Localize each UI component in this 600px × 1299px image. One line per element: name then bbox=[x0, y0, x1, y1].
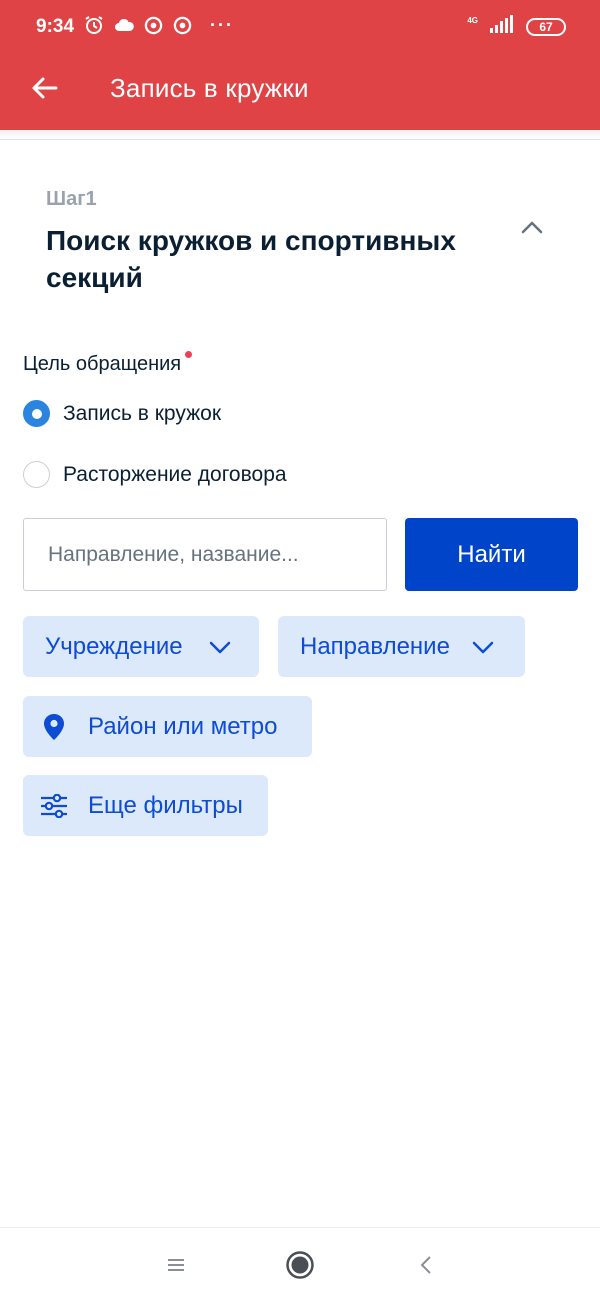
collapse-step-button[interactable] bbox=[512, 212, 552, 242]
chrome-icon bbox=[173, 16, 192, 35]
status-right: 4G 67 bbox=[467, 15, 566, 38]
chevron-up-icon bbox=[521, 221, 543, 234]
filter-location[interactable]: Район или метро bbox=[23, 696, 312, 757]
page-title: Запись в кружки bbox=[110, 73, 309, 103]
step-title: Поиск кружков и спортивных секций bbox=[46, 225, 456, 293]
search-input[interactable] bbox=[23, 518, 387, 591]
map-pin-icon bbox=[44, 713, 64, 740]
app-bar: Запись в кружки bbox=[0, 46, 600, 130]
chevron-down-icon bbox=[209, 641, 230, 653]
battery-icon: 67 bbox=[526, 17, 566, 36]
alarm-icon bbox=[84, 15, 104, 35]
status-bar: 9:34 ··· 4G 67 bbox=[0, 0, 600, 46]
radio-button-checked[interactable] bbox=[23, 400, 50, 427]
radio-option-terminate[interactable]: Расторжение договора bbox=[23, 461, 287, 488]
radio-button[interactable] bbox=[23, 461, 50, 488]
filter-direction[interactable]: Направление bbox=[278, 616, 525, 677]
chevron-down-icon bbox=[472, 641, 494, 653]
purpose-label-text: Цель обращения bbox=[23, 353, 182, 375]
signal-icon bbox=[490, 15, 514, 38]
filter-institution-label: Учреждение bbox=[45, 632, 183, 660]
back-button[interactable] bbox=[22, 66, 66, 110]
radio-label: Расторжение договора bbox=[63, 462, 287, 486]
status-icons: ··· bbox=[84, 15, 234, 35]
status-time: 9:34 bbox=[36, 16, 75, 37]
radio-label: Запись в кружок bbox=[63, 401, 222, 425]
more-dots-icon: ··· bbox=[210, 15, 234, 35]
network-label: 4G bbox=[467, 15, 478, 25]
filter-more-label: Еще фильтры bbox=[88, 791, 243, 819]
nav-home-button[interactable] bbox=[275, 1240, 325, 1290]
chrome-icon bbox=[144, 16, 163, 35]
filter-institution[interactable]: Учреждение bbox=[23, 616, 259, 677]
nav-menu-button[interactable] bbox=[151, 1240, 201, 1290]
app-bar-shadow bbox=[0, 130, 600, 140]
home-icon bbox=[286, 1251, 314, 1279]
back-chevron-icon bbox=[420, 1256, 431, 1274]
step-label: Шаг1 bbox=[46, 188, 97, 210]
menu-icon bbox=[168, 1259, 184, 1271]
purpose-label: Цель обращения bbox=[23, 351, 193, 376]
system-nav-bar bbox=[0, 1227, 600, 1299]
filter-more[interactable]: Еще фильтры bbox=[23, 775, 268, 836]
radio-option-enroll[interactable]: Запись в кружок bbox=[23, 400, 221, 427]
filter-direction-label: Направление bbox=[300, 632, 450, 660]
nav-back-button[interactable] bbox=[401, 1240, 451, 1290]
required-indicator bbox=[185, 351, 193, 358]
find-button[interactable]: Найти bbox=[405, 518, 578, 591]
arrow-left-icon bbox=[32, 77, 58, 99]
cloud-icon bbox=[114, 18, 134, 32]
sliders-icon bbox=[41, 793, 67, 818]
filter-location-label: Район или метро bbox=[88, 712, 278, 740]
